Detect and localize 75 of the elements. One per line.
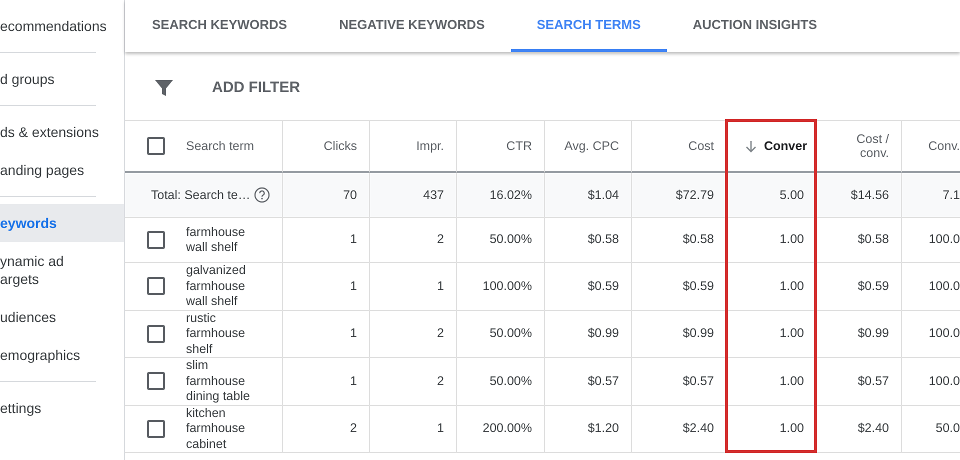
table-cell: $0.59	[817, 263, 902, 310]
table-cell: 1	[283, 218, 370, 263]
tab[interactable]: SEARCH TERMS	[510, 0, 667, 52]
table-cell: 1	[370, 263, 457, 310]
tab[interactable]: NEGATIVE KEYWORDS	[313, 0, 511, 52]
table-cell: 100.00%	[457, 263, 545, 310]
checkbox[interactable]	[147, 372, 165, 390]
table-cell: $0.58	[817, 218, 902, 263]
table-cell: 100.0	[902, 218, 960, 263]
table-cell: $0.59	[632, 263, 727, 310]
tab[interactable]: SEARCH KEYWORDS	[126, 0, 314, 52]
sidebar-item[interactable]: anding pages	[0, 151, 124, 189]
checkbox[interactable]	[147, 231, 165, 249]
column-header[interactable]: Search term	[186, 139, 254, 153]
table-cell: $1.20	[545, 406, 632, 453]
table-cell: $14.56	[817, 173, 902, 218]
table-cell: 1.00	[727, 310, 817, 358]
sidebar-item[interactable]: ettings	[0, 389, 124, 427]
table-cell: $1.04	[545, 173, 632, 218]
table-cell: 1.00	[727, 263, 817, 310]
checkbox[interactable]	[147, 324, 165, 343]
checkbox[interactable]	[147, 277, 165, 296]
table-cell: 1	[283, 263, 370, 310]
search-term: farmhouse wall shelf	[186, 224, 246, 256]
table-cell: $2.40	[632, 406, 727, 453]
table-cell: 1.00	[727, 358, 817, 406]
table-cell: 200.00%	[457, 406, 545, 453]
table-cell: $72.79	[632, 173, 727, 218]
table-cell: 1	[370, 406, 457, 453]
table-cell: $0.57	[632, 358, 727, 406]
table-cell: 2	[283, 406, 370, 453]
table-cell: 1.00	[727, 406, 817, 453]
sidebar-item[interactable]: udiences	[0, 298, 124, 336]
table-cell: 2	[370, 358, 457, 406]
table-cell: $0.99	[817, 310, 902, 358]
filter-icon[interactable]	[154, 78, 174, 98]
table-cell: 16.02%	[457, 173, 545, 218]
table-cell: 50.00%	[457, 358, 545, 406]
table-cell: 100.0	[902, 310, 960, 358]
table-cell: $0.57	[817, 358, 902, 406]
checkbox[interactable]	[147, 420, 165, 438]
sidebar-item[interactable]: emographics	[0, 336, 124, 374]
sort-arrow-icon	[745, 140, 757, 152]
sidebar-item[interactable]: ecommendations	[0, 7, 124, 45]
table-cell: 70	[283, 173, 370, 218]
table-cell: 100.0	[902, 358, 960, 406]
sidebar-item[interactable]: d groups	[0, 60, 124, 98]
checkbox[interactable]	[147, 137, 165, 155]
total-label: Total: Search te…	[151, 188, 250, 202]
table-cell: $0.99	[545, 310, 632, 358]
table-cell: 5.00	[727, 173, 817, 218]
sidebar-item[interactable]: ynamic ad argets	[0, 242, 90, 298]
sidebar-item[interactable]: eywords	[0, 204, 124, 242]
table-cell: $0.59	[545, 263, 632, 310]
table-cell: 7.1	[902, 173, 960, 218]
table-cell: 1	[283, 358, 370, 406]
search-term: kitchen farmhouse cabinet	[186, 406, 246, 452]
table-cell: $0.58	[545, 218, 632, 263]
table-cell: 2	[370, 218, 457, 263]
table-cell: $2.40	[817, 406, 902, 453]
table-cell: 1	[283, 310, 370, 358]
table-cell: 100.0	[902, 263, 960, 310]
table-cell: $0.57	[545, 358, 632, 406]
table-cell: 50.00%	[457, 310, 545, 358]
table-cell: $0.58	[632, 218, 727, 263]
help-icon[interactable]	[254, 187, 270, 203]
table-cell: 2	[370, 310, 457, 358]
table-cell: 50.00%	[457, 218, 545, 263]
add-filter-button[interactable]: ADD FILTER	[212, 79, 300, 96]
sidebar-item[interactable]: ds & extensions	[0, 113, 124, 151]
table-cell: 1.00	[727, 218, 817, 263]
table-cell: $0.99	[632, 310, 727, 358]
table-cell: 437	[370, 173, 457, 218]
tab[interactable]: AUCTION INSIGHTS	[666, 0, 843, 52]
table-cell: 50.0	[902, 406, 960, 453]
